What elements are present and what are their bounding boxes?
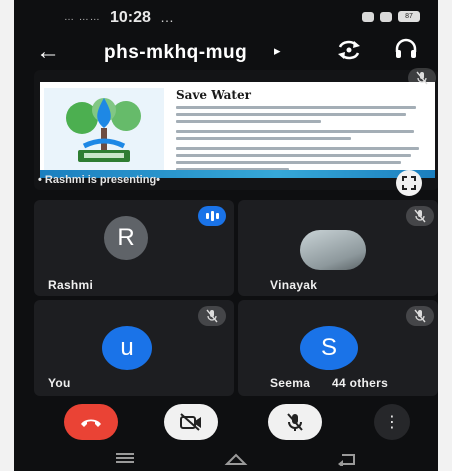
mute-badge: [198, 306, 226, 326]
participant-name: Rashmi: [48, 278, 94, 292]
avatar: S: [300, 326, 358, 370]
others-count: 44 others: [332, 376, 389, 390]
back-nav-icon[interactable]: [336, 452, 358, 466]
switch-camera-icon[interactable]: [336, 40, 362, 60]
meeting-header: ← phs-mkhq-mug ▸: [14, 34, 438, 74]
recents-icon[interactable]: [114, 452, 136, 464]
status-bar: … …… 10:28 … 87: [14, 0, 438, 34]
slide-title: Save Water: [176, 88, 251, 102]
end-call-button[interactable]: [64, 404, 118, 440]
battery-icon: 87: [398, 11, 420, 22]
audio-output-icon[interactable]: [394, 38, 418, 60]
mic-off-icon: [287, 413, 303, 431]
home-icon[interactable]: [224, 452, 248, 466]
fullscreen-icon: [402, 176, 416, 190]
call-controls: ⋮: [14, 400, 438, 448]
caret-right-icon[interactable]: ▸: [274, 43, 281, 59]
status-indicators: … ……: [64, 12, 101, 23]
mute-badge: [406, 206, 434, 226]
mute-badge: [406, 306, 434, 326]
participant-tile-rashmi[interactable]: R Rashmi: [34, 200, 234, 296]
participant-tile-vinayak[interactable]: Vinayak: [238, 200, 438, 296]
profile-photo: [300, 230, 366, 270]
back-arrow-icon[interactable]: ←: [36, 38, 60, 66]
mic-muted-icon: [206, 309, 218, 323]
status-time: 10:28: [110, 9, 151, 26]
speaking-indicator-icon: [198, 206, 226, 226]
participant-name: Vinayak: [270, 278, 318, 292]
participant-name: You: [48, 376, 71, 390]
fullscreen-button[interactable]: [396, 170, 422, 196]
mic-muted-icon: [416, 71, 428, 85]
save-water-illustration: [44, 88, 164, 172]
slide-body-text: [176, 106, 426, 175]
status-icons: 87: [362, 11, 420, 22]
presentation-mute-badge: [408, 68, 436, 88]
mic-muted-icon: [414, 309, 426, 323]
meeting-code[interactable]: phs-mkhq-mug: [104, 42, 247, 64]
participant-tile-you[interactable]: u You: [34, 300, 234, 396]
signal-icon: [380, 11, 392, 22]
avatar: R: [104, 216, 148, 260]
presentation-tile[interactable]: Save Water: [34, 68, 438, 190]
status-dots: …: [160, 9, 174, 25]
participant-tile-seema[interactable]: S Seema 44 others: [238, 300, 438, 396]
participant-name: Seema: [270, 376, 311, 390]
camera-off-icon: [180, 413, 201, 431]
avatar: u: [102, 326, 152, 370]
presenter-label: • Rashmi is presenting•: [38, 174, 161, 186]
shared-slide: Save Water: [40, 82, 435, 178]
microphone-toggle-button[interactable]: [268, 404, 322, 440]
hang-up-icon: [81, 419, 101, 427]
mic-muted-icon: [414, 209, 426, 223]
more-options-button[interactable]: ⋮: [374, 404, 410, 440]
phone-screen: … …… 10:28 … 87 ← phs-mkhq-mug ▸ Save Wa…: [14, 0, 438, 471]
camera-toggle-button[interactable]: [164, 404, 218, 440]
wifi-icon: [362, 11, 374, 22]
system-nav-bar: [14, 446, 438, 471]
